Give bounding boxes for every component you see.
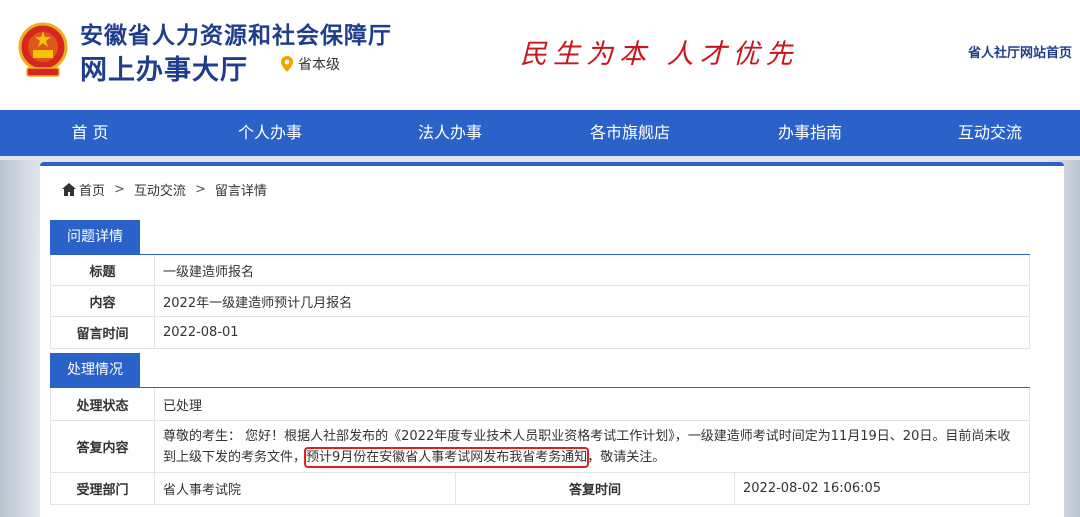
question-title-label: 标题	[51, 255, 155, 285]
question-content-value: 2022年一级建造师预计几月报名	[163, 295, 353, 311]
handling-reply-value: 尊敬的考生： 您好！根据人社部发布的《2022年度专业技术人员职业资格考试工作计…	[155, 421, 1029, 472]
nav-item-city-stores[interactable]: 各市旗舰店	[540, 110, 720, 156]
question-title-value: 一级建造师报名	[163, 264, 255, 280]
handling-reply-time-value: 2022-08-02 16:06:05	[743, 481, 882, 496]
handling-status-label: 处理状态	[51, 388, 155, 420]
reply-highlighted-text: 预计9月份在安徽省人事考试网发布我省考务通知	[304, 447, 590, 468]
handling-dept-value: 省人事考试院	[163, 483, 242, 498]
nav-item-personal[interactable]: 个人办事	[180, 110, 360, 156]
nav-item-home[interactable]: 首 页	[0, 110, 180, 156]
question-time-row: 留言时间 2022-08-01	[50, 317, 1030, 349]
question-content-row: 内容 2022年一级建造师预计几月报名	[50, 286, 1030, 317]
home-icon	[62, 183, 76, 196]
question-section-header: 问题详情	[50, 220, 1030, 255]
site-title: 安徽省人力资源和社会保障厅	[80, 23, 392, 49]
nav-item-legal-entity[interactable]: 法人办事	[360, 110, 540, 156]
location-label: 省本级	[298, 57, 340, 73]
handling-reply-row: 答复内容 尊敬的考生： 您好！根据人社部发布的《2022年度专业技术人员职业资格…	[50, 421, 1030, 473]
site-subtitle: 网上办事大厅	[80, 55, 248, 86]
handling-dept-row: 受理部门 省人事考试院 答复时间 2022-08-02 16:06:05	[50, 473, 1030, 505]
slogan: 民生为本 人才优先	[520, 39, 799, 70]
breadcrumb-separator: >	[194, 182, 206, 197]
question-content-label: 内容	[51, 286, 155, 316]
national-emblem-icon	[18, 22, 68, 77]
handling-section-title: 处理情况	[50, 353, 140, 388]
nav-item-guide[interactable]: 办事指南	[720, 110, 900, 156]
nav-item-interaction[interactable]: 互动交流	[900, 110, 1080, 156]
handling-reply-time-label: 答复时间	[455, 473, 735, 504]
location-selector[interactable]: 省本级	[280, 54, 340, 74]
handling-status-value: 已处理	[163, 398, 203, 414]
handling-dept-label: 受理部门	[51, 473, 155, 504]
handling-status-row: 处理状态 已处理	[50, 388, 1030, 421]
location-pin-icon	[281, 56, 293, 72]
question-time-label: 留言时间	[51, 317, 155, 348]
question-time-value: 2022-08-01	[163, 325, 239, 340]
handling-reply-label: 答复内容	[51, 421, 155, 472]
breadcrumb-current: 留言详情	[214, 184, 267, 199]
breadcrumb-interaction[interactable]: 互动交流	[134, 180, 186, 199]
breadcrumb-home[interactable]: 首页	[79, 180, 105, 199]
handling-section-header: 处理情况	[50, 353, 1030, 388]
main-nav: 首 页 个人办事 法人办事 各市旗舰店 办事指南 互动交流	[0, 110, 1080, 156]
department-homepage-link[interactable]: 省人社厅网站首页	[968, 42, 1072, 61]
reply-text-part2: ，敬请关注。	[587, 450, 666, 465]
question-section-title: 问题详情	[50, 220, 140, 255]
breadcrumb-separator: >	[114, 182, 125, 197]
question-title-row: 标题 一级建造师报名	[50, 255, 1030, 286]
breadcrumb: 首页 > 互动交流 > 留言详情	[62, 180, 267, 199]
site-header: 安徽省人力资源和社会保障厅 网上办事大厅 省本级 民生为本 人才优先 省人社厅网…	[0, 0, 1080, 110]
